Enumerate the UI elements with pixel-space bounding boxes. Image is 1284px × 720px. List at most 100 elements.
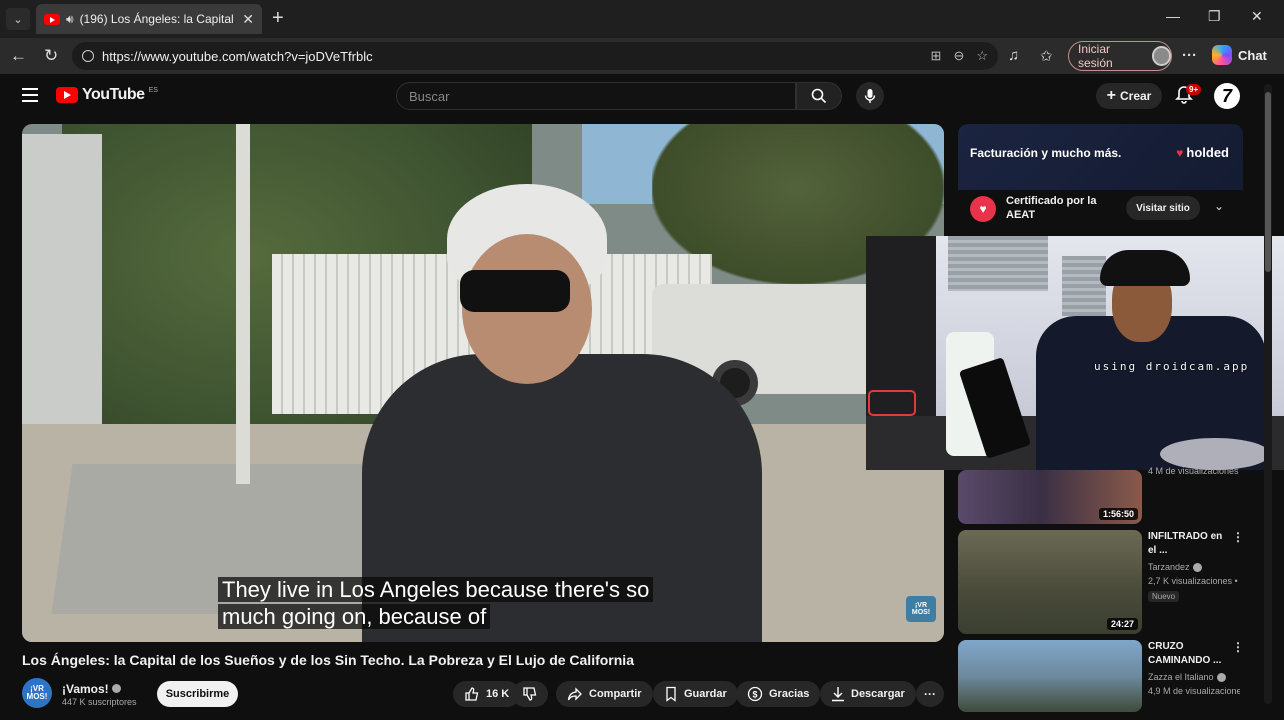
thumbs-down-icon	[523, 687, 537, 701]
menu-hamburger-icon[interactable]	[22, 88, 38, 102]
youtube-favicon-icon	[44, 13, 60, 25]
more-actions-button[interactable]: ···	[916, 681, 944, 707]
search-input[interactable]	[409, 88, 795, 104]
caption-line-2: much going on, because of	[218, 604, 491, 629]
signin-button[interactable]: Iniciar sesión	[1068, 41, 1172, 71]
reload-icon[interactable]: ↻	[44, 46, 58, 66]
browser-tab-active[interactable]: 🔊︎ (196) Los Ángeles: la Capital de los …	[36, 4, 262, 34]
microphone-icon	[864, 89, 876, 103]
back-icon[interactable]: ←	[10, 46, 27, 66]
channel-name[interactable]: ¡Vamos!	[62, 682, 122, 696]
maximize-icon[interactable]: ❐	[1208, 8, 1221, 25]
related-video-channel[interactable]: Zazza el Italiano	[1148, 672, 1226, 682]
ad-brand-name: holded	[1186, 145, 1229, 160]
scrollbar-thumb[interactable]	[1265, 92, 1271, 272]
webcam-scene-neon-light	[868, 390, 916, 416]
new-tab-button[interactable]: +	[272, 8, 284, 28]
copilot-icon	[1212, 45, 1232, 65]
download-label: Descargar	[851, 688, 905, 700]
new-badge: Nuevo	[1148, 591, 1180, 602]
create-button[interactable]: + Crear	[1096, 83, 1162, 109]
related-video-thumbnail[interactable]: 24:27	[958, 530, 1142, 634]
browser-toolbar: ← ↻ https://www.youtube.com/watch?v=joDV…	[0, 38, 1284, 74]
video-scene-sunglasses	[460, 270, 570, 312]
related-channel-name: Zazza el Italiano	[1148, 672, 1214, 682]
minimize-icon[interactable]: —	[1166, 8, 1180, 24]
app-available-icon[interactable]: ⊞	[931, 48, 942, 64]
zoom-icon[interactable]: ⊖	[953, 48, 964, 64]
visit-site-button[interactable]: Visitar sitio	[1126, 196, 1200, 220]
tab-title: (196) Los Ángeles: la Capital de los Sue…	[79, 12, 237, 26]
related-video-title[interactable]: CRUZO CAMINANDO ...	[1148, 640, 1228, 668]
related-video-menu-icon[interactable]: ⋮	[1232, 530, 1244, 544]
related-video-channel[interactable]: Tarzandez	[1148, 562, 1202, 572]
verified-icon	[112, 684, 122, 693]
chat-label: Chat	[1238, 47, 1267, 63]
ad-title: Certificado por la AEAT	[1006, 195, 1097, 221]
signin-label: Iniciar sesión	[1078, 42, 1113, 70]
dislike-button[interactable]	[512, 681, 548, 707]
channel-watermark[interactable]: ¡VR MOS!	[906, 596, 936, 622]
sponsored-ad[interactable]: Facturación y mucho más. ♥ holded ♥ Cert…	[958, 124, 1243, 236]
like-button[interactable]: 16 K	[453, 681, 521, 707]
related-channel-name: Tarzandez	[1148, 562, 1190, 572]
voice-search-button[interactable]	[856, 82, 884, 110]
bookmark-icon	[666, 686, 676, 702]
thumbs-up-icon	[465, 687, 479, 701]
webcam-scene-window	[1062, 256, 1106, 316]
country-code: ES	[148, 86, 158, 94]
verified-icon	[1216, 672, 1226, 682]
download-button[interactable]: Descargar	[820, 681, 916, 707]
related-video-meta: 4,9 M de visualizaciones	[1148, 686, 1240, 696]
video-title: Los Ángeles: la Capital de los Sueños y …	[22, 652, 634, 668]
youtube-header: YouTube ES + Crear 7	[0, 74, 1284, 118]
caption-line-1: They live in Los Angeles because there's…	[218, 577, 654, 602]
thanks-button[interactable]: $ Gracias	[736, 681, 821, 707]
share-label: Compartir	[589, 688, 642, 700]
channel-avatar[interactable]: ¡VR MOS!	[22, 678, 52, 708]
media-control-icon[interactable]: ♫	[1008, 47, 1019, 64]
video-caption: They live in Los Angeles because there's…	[218, 576, 654, 630]
related-video-thumbnail[interactable]	[958, 640, 1142, 712]
search-button[interactable]	[796, 82, 842, 110]
svg-text:$: $	[752, 690, 757, 700]
favorites-icon[interactable]: ✩	[1040, 47, 1053, 65]
close-window-icon[interactable]: ✕	[1251, 8, 1263, 25]
plus-icon: +	[1106, 87, 1116, 104]
related-video-meta: 2,7 K visualizaciones • hace	[1148, 576, 1240, 586]
ad-expand-chevron-icon[interactable]: ⌄	[1214, 199, 1224, 213]
advertiser-logo-icon: ♥	[970, 196, 996, 222]
subscriber-count: 447 K suscriptores	[62, 697, 137, 707]
verified-icon	[1192, 562, 1202, 572]
search-box[interactable]	[396, 82, 796, 110]
subscribe-button[interactable]: Suscribirme	[157, 681, 238, 707]
site-info-icon[interactable]	[82, 50, 94, 62]
notifications-badge: 9+	[1186, 84, 1202, 95]
youtube-wordmark: YouTube	[82, 86, 145, 103]
browser-tab-bar: ⌄ 🔊︎ (196) Los Ángeles: la Capital de lo…	[0, 0, 1284, 38]
save-button[interactable]: Guardar	[653, 681, 738, 707]
related-video-menu-icon[interactable]: ⋮	[1232, 640, 1244, 654]
account-avatar[interactable]: 7	[1214, 83, 1240, 109]
holded-heart-icon: ♥	[1176, 145, 1184, 160]
video-player[interactable]: They live in Los Angeles because there's…	[22, 124, 944, 642]
video-scene-pole	[236, 124, 250, 484]
ad-headline: Facturación y mucho más.	[970, 146, 1122, 160]
copilot-chat-button[interactable]: Chat	[1212, 45, 1267, 65]
channel-name-text: ¡Vamos!	[62, 682, 109, 696]
address-bar[interactable]: https://www.youtube.com/watch?v=joDVeTfr…	[72, 42, 998, 70]
related-video-thumbnail[interactable]: 1:56:50	[958, 470, 1142, 524]
favorite-star-icon[interactable]: ☆	[976, 48, 988, 64]
video-duration: 1:56:50	[1098, 508, 1138, 520]
ad-info-row: ♥ Certificado por la AEAT Visitar sitio …	[958, 190, 1243, 236]
profile-avatar-icon	[1151, 46, 1171, 66]
speaker-icon[interactable]: 🔊︎	[66, 12, 74, 27]
youtube-logo[interactable]: YouTube ES	[56, 86, 158, 104]
tab-close-icon[interactable]: ✕	[242, 11, 254, 28]
share-button[interactable]: Compartir	[556, 681, 653, 707]
ad-brand: ♥ holded	[1176, 145, 1229, 160]
browser-menu-icon[interactable]: ···	[1182, 47, 1197, 64]
related-video-title[interactable]: INFILTRADO en el ...	[1148, 530, 1228, 558]
tab-actions-menu[interactable]: ⌄	[6, 8, 30, 30]
related-views-partial: 4 M de visualizaciones	[1148, 466, 1239, 476]
